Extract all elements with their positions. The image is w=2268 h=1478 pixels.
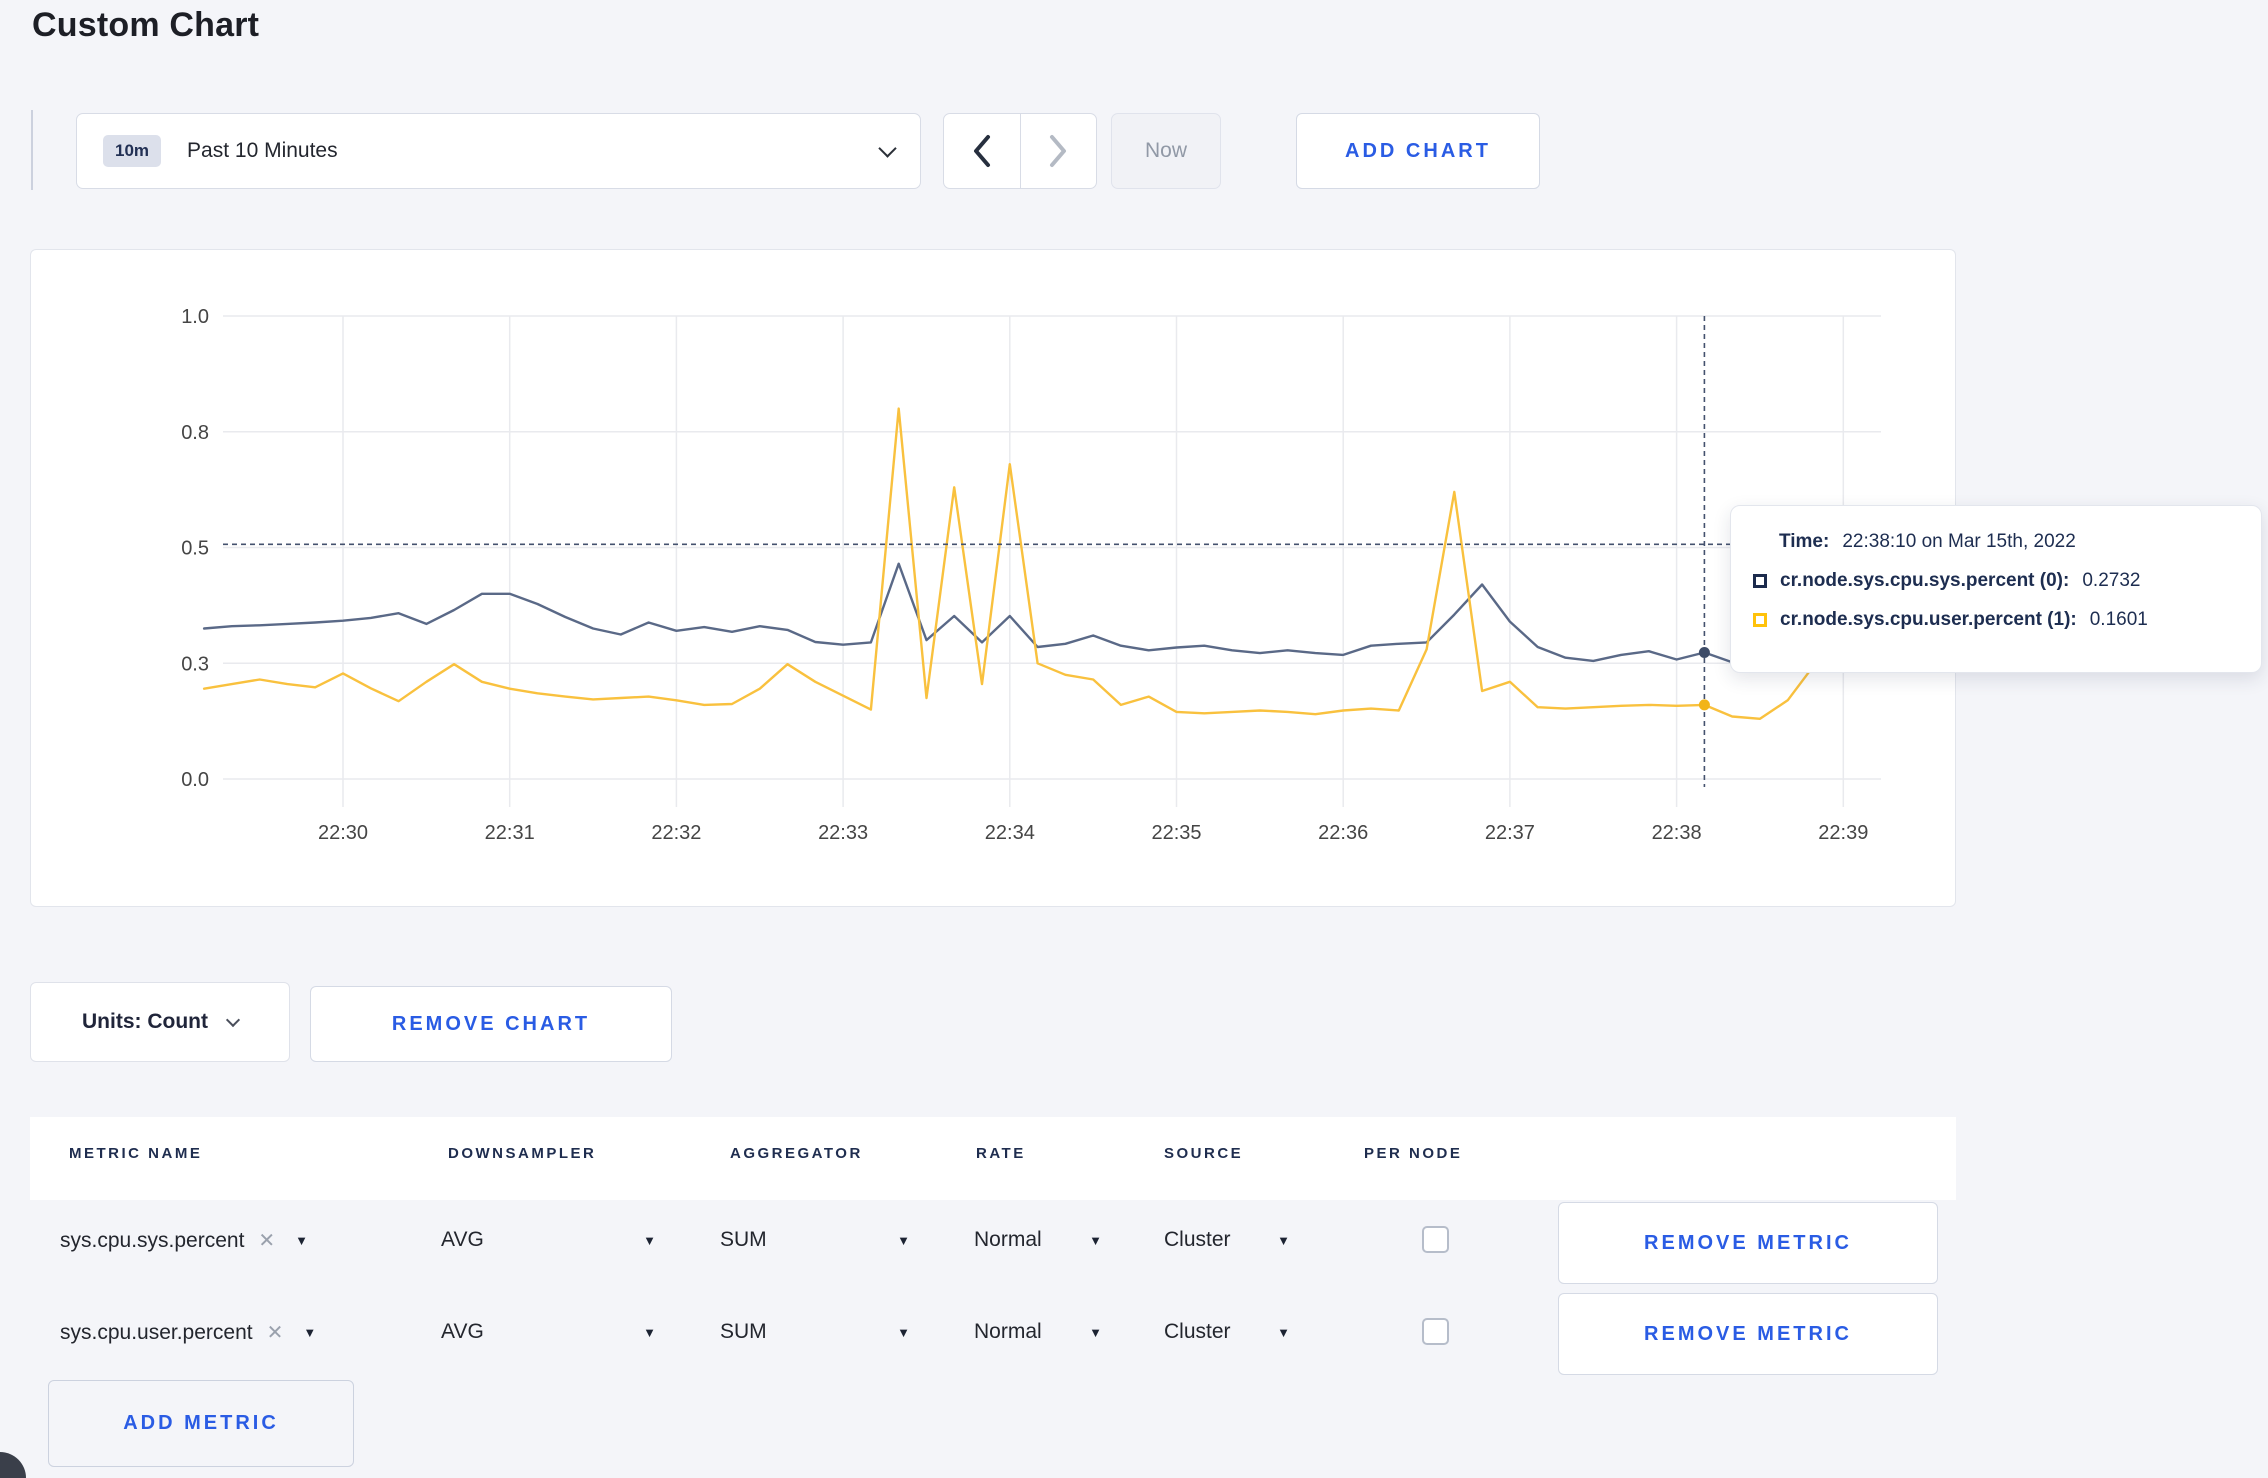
svg-text:22:34: 22:34 <box>985 822 1035 844</box>
chart-tooltip: Time: 22:38:10 on Mar 15th, 2022 cr.node… <box>1730 505 2262 673</box>
svg-text:0.0: 0.0 <box>181 769 209 791</box>
chevron-down-icon <box>225 1012 241 1028</box>
metric-name-select[interactable]: sys.cpu.user.percent ✕ ▼ <box>60 1320 316 1345</box>
tooltip-series-value: 0.2732 <box>2082 570 2141 591</box>
rate-value: Normal <box>974 1228 1042 1251</box>
svg-text:22:39: 22:39 <box>1818 822 1868 844</box>
timeframe-select[interactable]: 10m Past 10 Minutes <box>76 113 921 189</box>
time-back-button[interactable] <box>944 114 1020 188</box>
metrics-table-header: METRIC NAME DOWNSAMPLER AGGREGATOR RATE … <box>30 1117 1956 1200</box>
units-select[interactable]: Units: Count <box>30 982 290 1062</box>
downsampler-value: AVG <box>441 1320 484 1343</box>
downsampler-select[interactable]: AVG ▼ <box>441 1320 656 1344</box>
time-forward-button[interactable] <box>1019 114 1097 188</box>
units-label: Units: Count <box>82 1010 208 1033</box>
series-sys-swatch-icon <box>1753 574 1767 588</box>
svg-text:22:33: 22:33 <box>818 822 868 844</box>
col-header-per-node: PER NODE <box>1364 1145 1463 1162</box>
tooltip-time-label: Time: <box>1779 531 1830 552</box>
metric-name-value: sys.cpu.user.percent <box>60 1320 253 1344</box>
caret-down-icon: ▼ <box>643 1324 656 1340</box>
svg-text:22:35: 22:35 <box>1151 822 1201 844</box>
time-pager <box>943 113 1097 189</box>
svg-text:1.0: 1.0 <box>181 306 209 328</box>
now-button[interactable]: Now <box>1111 113 1221 189</box>
svg-text:22:31: 22:31 <box>485 822 535 844</box>
caret-down-icon: ▼ <box>1277 1232 1290 1248</box>
chat-bubble-icon[interactable] <box>0 1452 26 1478</box>
col-header-downsampler: DOWNSAMPLER <box>448 1145 597 1162</box>
clear-metric-icon[interactable]: ✕ <box>258 1228 275 1253</box>
aggregator-select[interactable]: SUM ▼ <box>720 1320 910 1344</box>
col-header-rate: RATE <box>976 1145 1026 1162</box>
source-value: Cluster <box>1164 1320 1231 1343</box>
tooltip-time-row: Time: 22:38:10 on Mar 15th, 2022 <box>1753 531 2237 553</box>
page-title: Custom Chart <box>32 6 260 44</box>
source-select[interactable]: Cluster ▼ <box>1164 1320 1290 1344</box>
series-user-swatch-icon <box>1753 613 1767 627</box>
source-select[interactable]: Cluster ▼ <box>1164 1228 1290 1252</box>
add-chart-button[interactable]: ADD CHART <box>1296 113 1540 189</box>
caret-down-icon: ▼ <box>897 1324 910 1340</box>
remove-metric-button[interactable]: REMOVE METRIC <box>1558 1293 1938 1375</box>
col-header-source: SOURCE <box>1164 1145 1244 1162</box>
metric-name-value: sys.cpu.sys.percent <box>60 1228 245 1252</box>
source-value: Cluster <box>1164 1228 1231 1251</box>
chart-panel[interactable]: 0.0 0.3 0.5 0.8 1.0 22:30 22:31 22:32 22:33 22:34… <box>30 249 1956 907</box>
tooltip-series-row: cr.node.sys.cpu.sys.percent (0): 0.2732 <box>1753 570 2237 592</box>
per-node-checkbox[interactable] <box>1422 1318 1449 1345</box>
caret-down-icon: ▼ <box>643 1232 656 1248</box>
caret-down-icon: ▼ <box>295 1233 309 1248</box>
tooltip-series-row: cr.node.sys.cpu.user.percent (1): 0.1601 <box>1753 609 2237 631</box>
remove-chart-button[interactable]: REMOVE CHART <box>310 986 672 1062</box>
svg-text:22:36: 22:36 <box>1318 822 1368 844</box>
col-header-metric-name: METRIC NAME <box>69 1145 203 1162</box>
tooltip-series-value: 0.1601 <box>2089 609 2148 630</box>
downsampler-select[interactable]: AVG ▼ <box>441 1228 656 1252</box>
chevron-left-icon <box>973 135 990 167</box>
tooltip-series-label: cr.node.sys.cpu.user.percent (1): <box>1780 609 2077 630</box>
rate-value: Normal <box>974 1320 1042 1343</box>
aggregator-select[interactable]: SUM ▼ <box>720 1228 910 1252</box>
svg-text:0.8: 0.8 <box>181 422 209 444</box>
tooltip-time-value: 22:38:10 on Mar 15th, 2022 <box>1842 531 2076 552</box>
aggregator-value: SUM <box>720 1228 767 1251</box>
add-metric-button[interactable]: ADD METRIC <box>48 1380 354 1467</box>
remove-metric-button[interactable]: REMOVE METRIC <box>1558 1202 1938 1284</box>
caret-down-icon: ▼ <box>303 1325 317 1340</box>
rate-select[interactable]: Normal ▼ <box>974 1228 1102 1252</box>
svg-text:0.5: 0.5 <box>181 538 209 560</box>
caret-down-icon: ▼ <box>1089 1232 1102 1248</box>
svg-text:22:32: 22:32 <box>651 822 701 844</box>
custom-chart-page: Custom Chart 10m Past 10 Minutes Now ADD… <box>0 0 2268 1478</box>
caret-down-icon: ▼ <box>1089 1324 1102 1340</box>
svg-text:0.3: 0.3 <box>181 653 209 675</box>
tooltip-series-label: cr.node.sys.cpu.sys.percent (0): <box>1780 570 2070 591</box>
downsampler-value: AVG <box>441 1228 484 1251</box>
timeframe-label: Past 10 Minutes <box>187 139 338 162</box>
time-series-chart[interactable]: 0.0 0.3 0.5 0.8 1.0 22:30 22:31 22:32 22:33 22:34… <box>31 250 1957 908</box>
chevron-down-icon <box>878 138 897 158</box>
caret-down-icon: ▼ <box>1277 1324 1290 1340</box>
col-header-aggregator: AGGREGATOR <box>730 1145 863 1162</box>
metric-name-select[interactable]: sys.cpu.sys.percent ✕ ▼ <box>60 1228 308 1253</box>
chevron-right-icon <box>1050 135 1067 167</box>
clear-metric-icon[interactable]: ✕ <box>267 1320 284 1345</box>
caret-down-icon: ▼ <box>897 1232 910 1248</box>
toolbar-divider <box>31 110 33 190</box>
timeframe-badge: 10m <box>103 135 162 167</box>
svg-text:22:38: 22:38 <box>1652 822 1702 844</box>
aggregator-value: SUM <box>720 1320 767 1343</box>
rate-select[interactable]: Normal ▼ <box>974 1320 1102 1344</box>
per-node-checkbox[interactable] <box>1422 1226 1449 1253</box>
svg-text:22:37: 22:37 <box>1485 822 1535 844</box>
svg-text:22:30: 22:30 <box>318 822 368 844</box>
